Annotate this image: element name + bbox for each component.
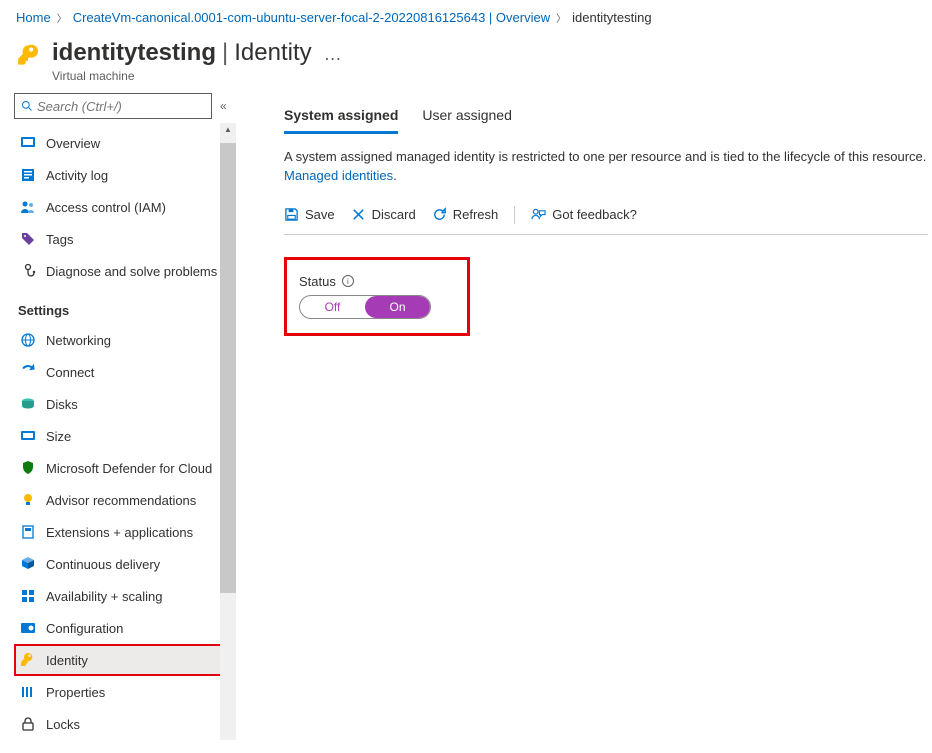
scrollbar[interactable]: ▲ — [220, 123, 236, 740]
tablist: System assigned User assigned — [284, 99, 928, 134]
properties-icon — [20, 684, 36, 700]
scrollbar-thumb[interactable] — [220, 143, 236, 593]
advisor-icon — [20, 492, 36, 508]
collapse-sidebar-button[interactable]: « — [220, 99, 227, 113]
toolbar-separator — [514, 206, 515, 224]
shield-icon — [20, 460, 36, 476]
breadcrumb-parent[interactable]: CreateVm-canonical.0001-com-ubuntu-serve… — [73, 10, 550, 25]
sidebar-item-disks[interactable]: Disks — [14, 388, 236, 420]
save-button[interactable]: Save — [284, 207, 335, 222]
info-icon[interactable]: i — [342, 275, 354, 287]
tags-icon — [20, 231, 36, 247]
sidebar-item-overview[interactable]: Overview — [14, 127, 236, 159]
breadcrumb-current: identitytesting — [572, 10, 652, 25]
iam-icon — [20, 199, 36, 215]
page-header: identitytesting | Identity … Virtual mac… — [0, 35, 932, 93]
sidebar-item-availability[interactable]: Availability + scaling — [14, 580, 236, 612]
tab-system-assigned[interactable]: System assigned — [284, 99, 398, 134]
page-title: identitytesting — [52, 39, 216, 67]
identity-icon — [20, 652, 36, 668]
configuration-icon — [20, 620, 36, 636]
sidebar-item-advisor[interactable]: Advisor recommendations — [14, 484, 236, 516]
refresh-button[interactable]: Refresh — [432, 207, 499, 222]
sidebar-item-identity[interactable]: Identity — [14, 644, 236, 676]
feedback-button[interactable]: Got feedback? — [531, 207, 637, 222]
cd-icon — [20, 556, 36, 572]
status-toggle[interactable]: Off On — [299, 295, 431, 319]
more-button[interactable]: … — [324, 44, 343, 65]
search-input[interactable] — [14, 93, 212, 119]
diagnose-icon — [20, 263, 36, 279]
toggle-off[interactable]: Off — [300, 296, 365, 318]
blade-title: Identity — [234, 39, 311, 67]
resource-type: Virtual machine — [52, 69, 343, 83]
sidebar-item-tags[interactable]: Tags — [14, 223, 236, 255]
feedback-icon — [531, 207, 546, 222]
sidebar-item-diagnose[interactable]: Diagnose and solve problems — [14, 255, 236, 287]
size-icon — [20, 428, 36, 444]
save-icon — [284, 207, 299, 222]
chevron-right-icon: 〉 — [556, 10, 566, 25]
discard-button[interactable]: Discard — [351, 207, 416, 222]
breadcrumb-home[interactable]: Home — [16, 10, 51, 25]
sidebar-item-iam[interactable]: Access control (IAM) — [14, 191, 236, 223]
availability-icon — [20, 588, 36, 604]
refresh-icon — [432, 207, 447, 222]
sidebar-item-properties[interactable]: Properties — [14, 676, 236, 708]
sidebar: « Overview Activity log Access control (… — [0, 93, 236, 740]
managed-identities-link[interactable]: Managed identities — [284, 168, 393, 183]
overview-icon — [20, 135, 36, 151]
sidebar-item-defender[interactable]: Microsoft Defender for Cloud — [14, 452, 236, 484]
sidebar-item-continuous-delivery[interactable]: Continuous delivery — [14, 548, 236, 580]
sidebar-item-networking[interactable]: Networking — [14, 324, 236, 356]
extensions-icon — [20, 524, 36, 540]
breadcrumb: Home 〉 CreateVm-canonical.0001-com-ubunt… — [0, 0, 932, 35]
chevron-right-icon: 〉 — [57, 10, 67, 25]
sidebar-section-settings: Settings — [14, 287, 236, 324]
networking-icon — [20, 332, 36, 348]
status-block: Status i Off On — [284, 257, 470, 336]
search-icon — [21, 100, 33, 112]
tab-user-assigned[interactable]: User assigned — [422, 99, 512, 134]
sidebar-item-size[interactable]: Size — [14, 420, 236, 452]
close-icon — [351, 207, 366, 222]
sidebar-item-connect[interactable]: Connect — [14, 356, 236, 388]
sidebar-item-extensions[interactable]: Extensions + applications — [14, 516, 236, 548]
sidebar-item-locks[interactable]: Locks — [14, 708, 236, 740]
toolbar: Save Discard Refresh Got feedback? — [284, 202, 928, 235]
sidebar-item-activity-log[interactable]: Activity log — [14, 159, 236, 191]
scroll-up-icon[interactable]: ▲ — [220, 123, 236, 137]
key-icon — [16, 43, 42, 69]
activity-log-icon — [20, 167, 36, 183]
lock-icon — [20, 716, 36, 732]
sidebar-item-configuration[interactable]: Configuration — [14, 612, 236, 644]
status-label: Status — [299, 274, 336, 289]
connect-icon — [20, 364, 36, 380]
toggle-on[interactable]: On — [365, 296, 430, 318]
main-content: System assigned User assigned A system a… — [236, 93, 932, 740]
disks-icon — [20, 396, 36, 412]
description: A system assigned managed identity is re… — [284, 148, 928, 186]
